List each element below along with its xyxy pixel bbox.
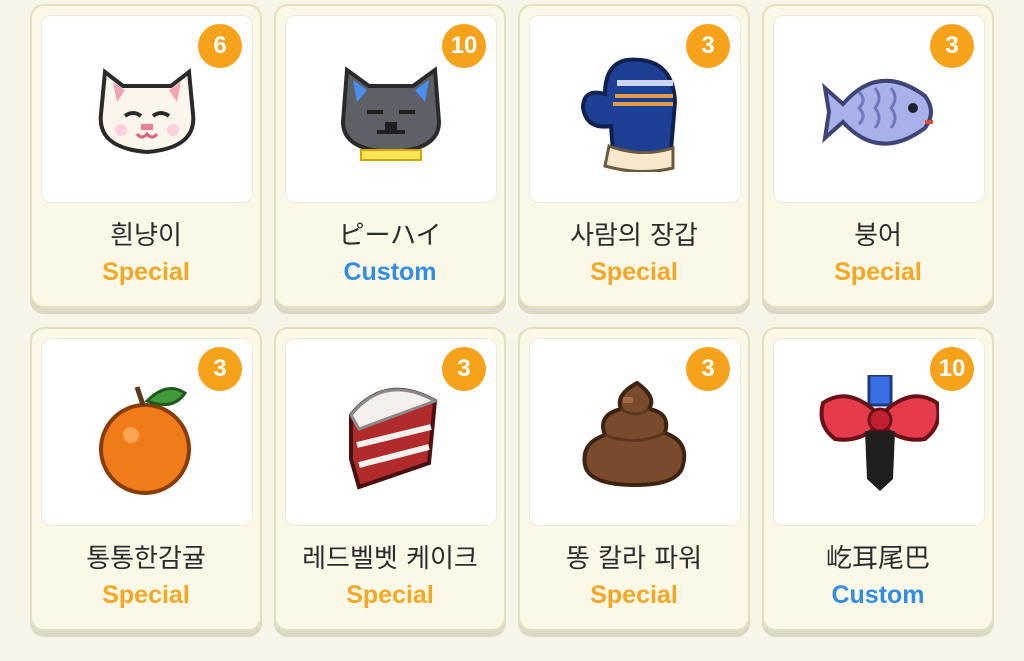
item-name: 똥 칼라 파워 — [565, 544, 703, 574]
item-card[interactable]: 3 사람의 장갑 Special — [518, 4, 750, 308]
item-type-label: Special — [834, 258, 922, 286]
count-badge: 10 — [930, 347, 974, 391]
cake-icon — [349, 387, 439, 490]
item-image-tile: 10 — [285, 15, 497, 203]
item-name: 屹耳尾巴 — [825, 544, 930, 574]
item-image-tile: 3 — [41, 338, 253, 526]
count-badge: 6 — [198, 24, 242, 68]
count-badge: 3 — [686, 347, 730, 391]
item-card[interactable]: 10 ピーハイ Custom — [274, 4, 506, 308]
item-name: 통통한감귤 — [86, 544, 206, 574]
item-image-tile: 3 — [285, 338, 497, 526]
gray-cat-icon — [340, 66, 442, 161]
item-card[interactable]: 10 屹耳尾巴 Custom — [762, 327, 994, 631]
item-type-label: Special — [590, 258, 678, 286]
item-type-label: Special — [346, 581, 434, 609]
tangerine-icon — [99, 386, 191, 495]
item-card[interactable]: 6 흰냥이 Special — [30, 4, 262, 308]
item-image-tile: 6 — [41, 15, 253, 203]
count-badge: 10 — [442, 24, 486, 68]
item-type-label: Custom — [343, 258, 437, 286]
item-card[interactable]: 3 붕어 Special — [762, 4, 994, 308]
item-card[interactable]: 3 레드벨벳 케이크 Special — [274, 327, 506, 631]
item-type-label: Special — [590, 581, 678, 609]
item-image-tile: 3 — [529, 15, 741, 203]
mitten-icon — [580, 57, 678, 172]
item-type-label: Custom — [831, 581, 925, 609]
sticker-grid: 6 흰냥이 Special 10 ピーハイ Custom 3 사람의 장갑 Sp… — [0, 0, 1024, 661]
fish-icon — [822, 78, 933, 146]
item-type-label: Special — [102, 258, 190, 286]
item-card[interactable]: 3 통통한감귤 Special — [30, 327, 262, 631]
count-badge: 3 — [686, 24, 730, 68]
item-name: 사람의 장갑 — [570, 221, 698, 251]
item-type-label: Special — [102, 581, 190, 609]
item-name: 붕어 — [854, 221, 902, 251]
item-image-tile: 3 — [773, 15, 985, 203]
bow-tail-icon — [819, 375, 939, 491]
item-card[interactable]: 3 똥 칼라 파워 Special — [518, 327, 750, 631]
count-badge: 3 — [442, 347, 486, 391]
count-badge: 3 — [198, 347, 242, 391]
white-cat-icon — [98, 68, 196, 155]
item-image-tile: 3 — [529, 338, 741, 526]
item-image-tile: 10 — [773, 338, 985, 526]
item-name: ピーハイ — [338, 221, 442, 251]
item-name: 흰냥이 — [110, 221, 182, 251]
count-badge: 3 — [930, 24, 974, 68]
poop-icon — [582, 380, 687, 488]
item-name: 레드벨벳 케이크 — [302, 544, 478, 574]
